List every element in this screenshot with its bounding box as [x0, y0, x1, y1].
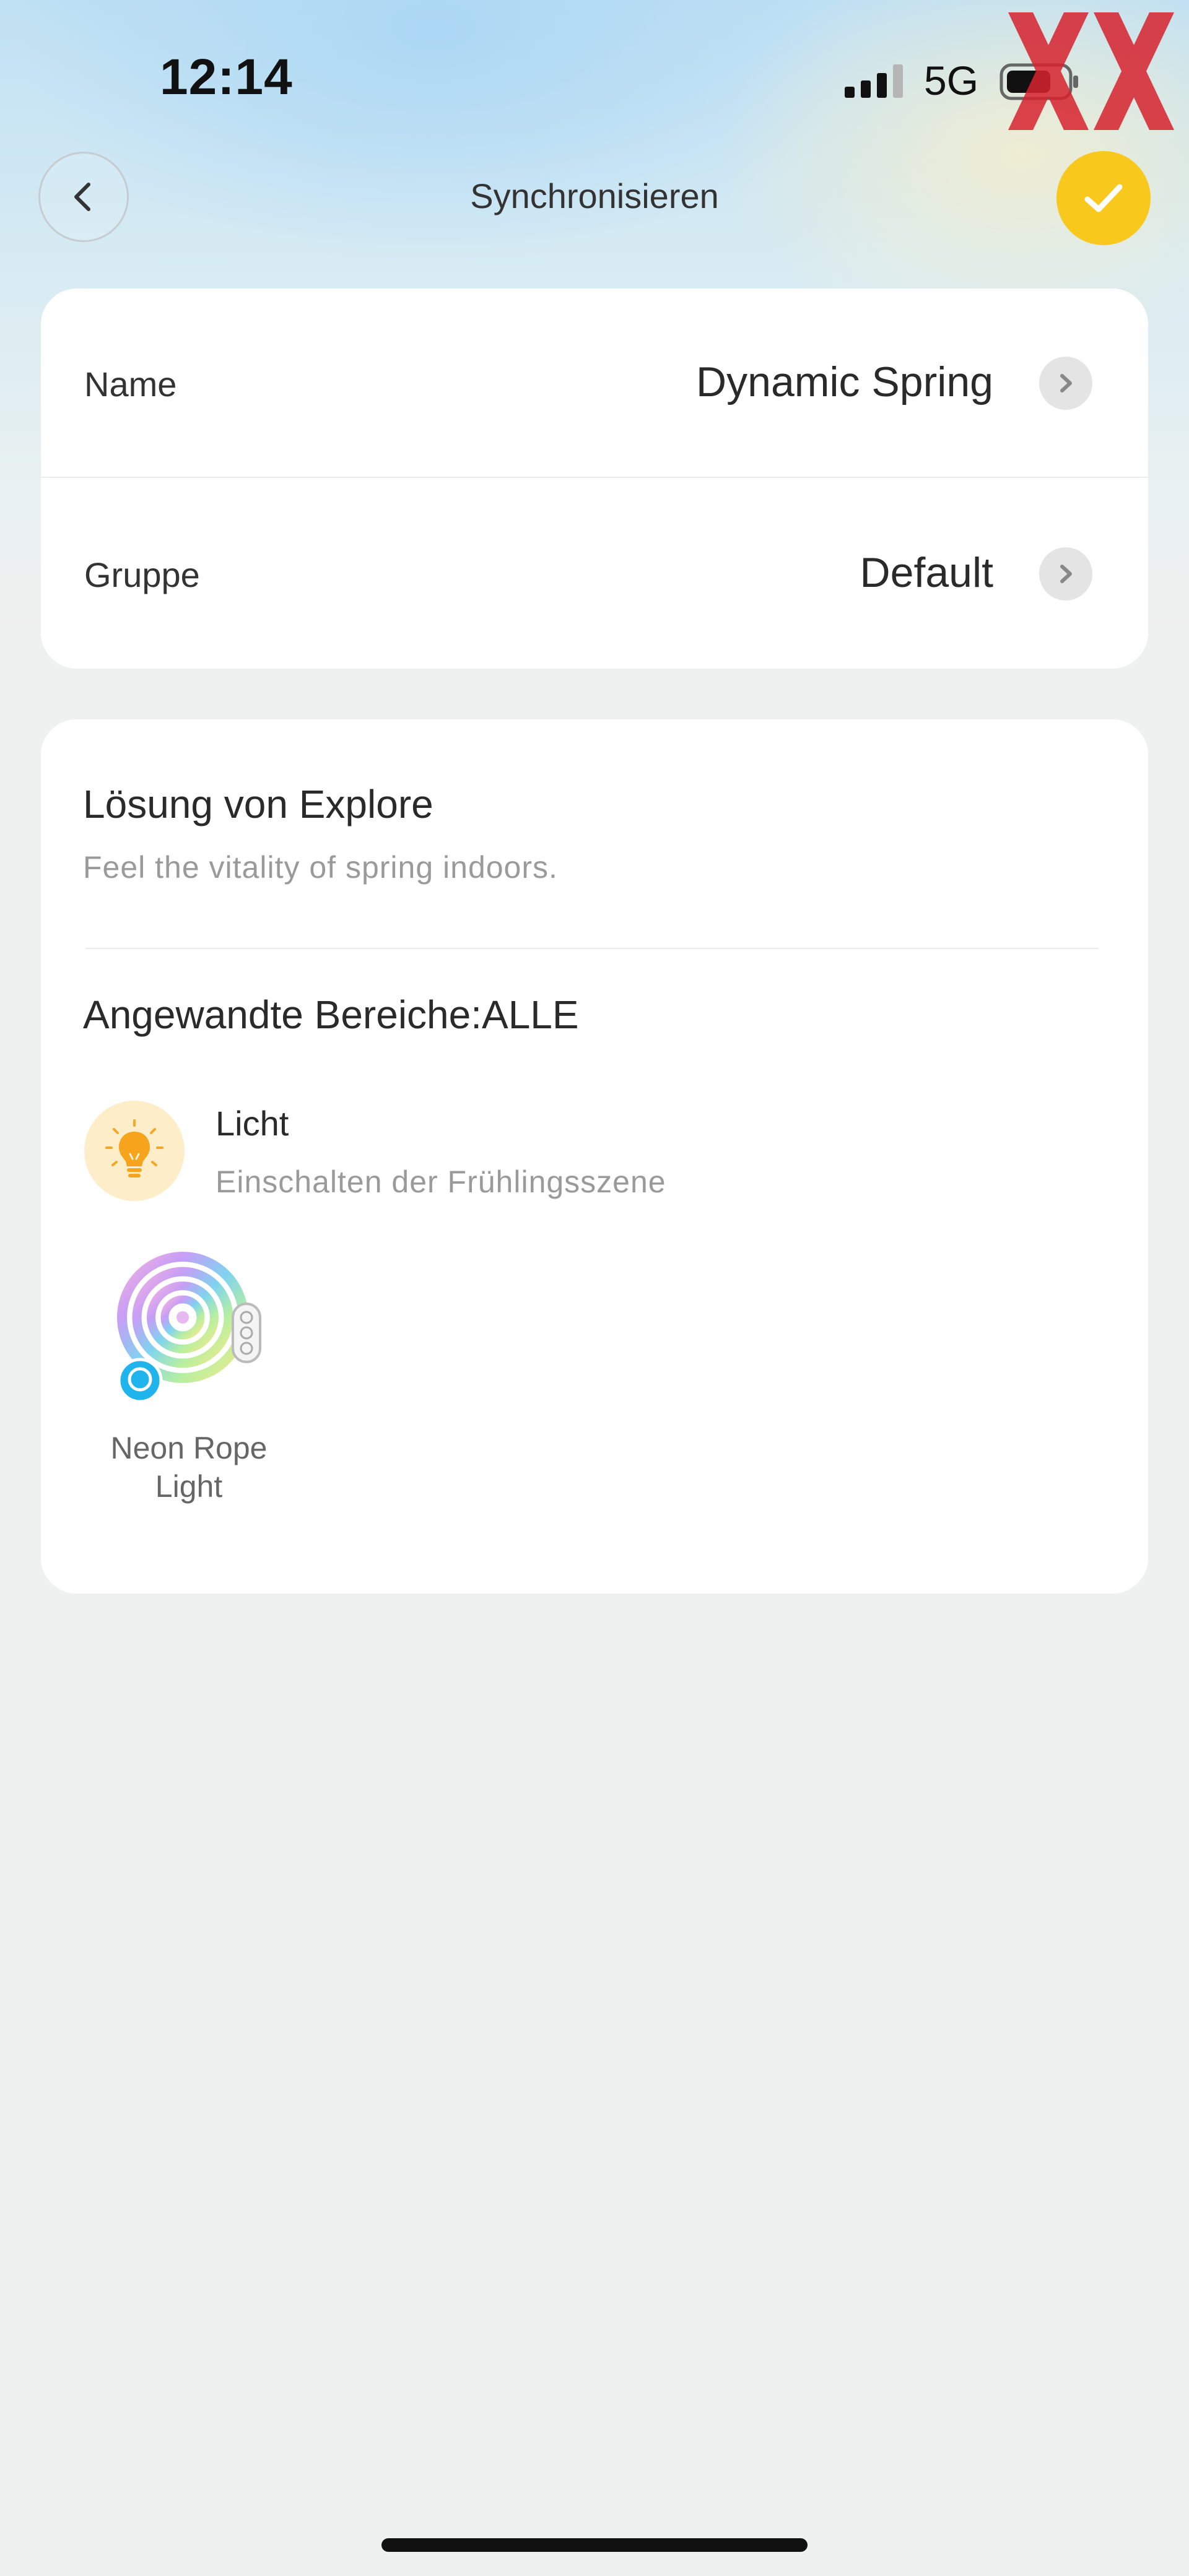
network-type: 5G — [924, 58, 979, 103]
name-value: Dynamic Spring — [696, 358, 993, 405]
category-label: Licht — [216, 1104, 289, 1143]
row-divider — [41, 477, 1148, 478]
group-value: Default — [860, 549, 993, 596]
watermark-logo — [1008, 12, 1174, 130]
checkmark-icon — [1084, 184, 1123, 212]
confirm-button[interactable] — [1056, 151, 1151, 245]
name-label: Name — [84, 365, 177, 404]
neon-rope-light-icon[interactable] — [111, 1244, 272, 1405]
device-name: Neon Rope Light — [110, 1431, 268, 1504]
home-indicator[interactable] — [381, 2538, 808, 2552]
group-label: Gruppe — [84, 555, 200, 594]
section-divider — [85, 948, 1099, 949]
category-description: Einschalten der Frühlingsszene — [216, 1164, 666, 1199]
name-row[interactable]: Name Dynamic Spring — [41, 288, 1148, 478]
group-row[interactable]: Gruppe Default — [41, 479, 1148, 669]
solution-title: Lösung von Explore — [83, 782, 433, 826]
cellular-signal-icon — [845, 64, 903, 98]
solution-description: Feel the vitality of spring indoors. — [83, 850, 558, 885]
chevron-right-icon — [1039, 547, 1092, 601]
status-time: 12:14 — [160, 49, 293, 105]
light-category-badge — [84, 1101, 185, 1201]
chevron-right-icon — [1039, 357, 1092, 410]
applied-areas-heading: Angewandte Bereiche:ALLE — [83, 992, 579, 1037]
scene-settings-card: Name Dynamic Spring Gruppe Default — [41, 288, 1148, 669]
page-title: Synchronisieren — [470, 176, 719, 215]
lightbulb-icon — [105, 1119, 163, 1177]
